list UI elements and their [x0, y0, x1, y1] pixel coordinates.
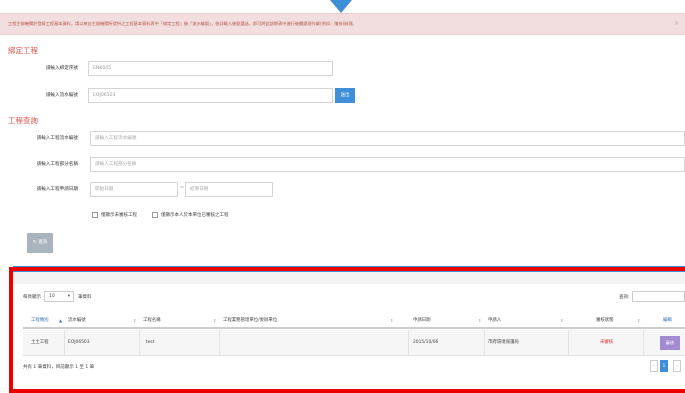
- prev-page-button[interactable]: ‹: [650, 360, 658, 372]
- col-date[interactable]: 申請日期: [413, 312, 431, 329]
- bind-cert-input[interactable]: ENK045: [88, 61, 333, 76]
- cell-serial: EOJ06503: [68, 340, 90, 345]
- caret-down-icon: ▾: [67, 294, 70, 299]
- results-toolbar-strip: [13, 272, 685, 284]
- sort-icon: ⇕: [390, 318, 394, 323]
- bind-serial-label: 請輸入流水編號: [45, 93, 78, 98]
- unreviewed-only-checkbox[interactable]: [92, 212, 98, 218]
- table-info: 共有 1 筆資料，目前顯示 1 至 1 筆: [23, 365, 95, 370]
- sort-icon: ⇕: [637, 318, 641, 323]
- col-name[interactable]: 工程名稱: [143, 312, 161, 329]
- unreviewed-only-label: 僅顯示未審核工程: [101, 213, 137, 218]
- cell-category: 土土工程: [31, 340, 49, 345]
- bind-serial-input[interactable]: EOJ06503: [88, 88, 333, 103]
- cell-applicant: 市府環境保護局: [488, 340, 519, 345]
- end-date-input[interactable]: 結束日期: [185, 182, 273, 197]
- refresh-icon: ↻: [33, 240, 37, 245]
- page-length-suffix: 筆資料: [78, 295, 92, 300]
- instruction-alert: 工程主辦機關於登錄工程基本資料，請以來自主辦機關所提供之工程基本資料表中「綁定工…: [0, 13, 685, 35]
- col-serial[interactable]: 流水編號: [68, 312, 86, 329]
- table-search-input[interactable]: [632, 291, 685, 302]
- col-unit[interactable]: 工程業務管理單位/委辦單位: [223, 312, 277, 329]
- sort-icon: ⇕: [560, 318, 564, 323]
- bind-cert-label: 請輸入綁定序號: [45, 66, 78, 71]
- col-edit: 編輯: [663, 318, 672, 323]
- search-button-label: 查詢: [38, 240, 48, 245]
- query-serial-label: 請輸入工程流水編號: [36, 136, 78, 141]
- page-length-prefix: 每頁顯示: [23, 295, 41, 300]
- col-category[interactable]: 工程類別: [31, 312, 49, 329]
- table-search-label: 查詢:: [619, 295, 630, 300]
- bind-section-title: 綁定工程: [8, 46, 38, 55]
- next-page-button[interactable]: ›: [673, 360, 681, 372]
- col-applicant[interactable]: 申請人: [488, 312, 501, 329]
- page-1-button[interactable]: 1: [660, 360, 668, 372]
- cell-name: test: [146, 340, 155, 345]
- sort-icon: ⇕: [213, 318, 217, 323]
- arrow-down-icon: [330, 0, 352, 13]
- my-reviewed-checkbox[interactable]: [152, 212, 158, 218]
- query-date-label: 請輸入工程申請日期: [36, 187, 78, 192]
- start-date-input[interactable]: 開始日期: [90, 182, 178, 197]
- page-length-select[interactable]: 10 ▾: [44, 291, 74, 302]
- bind-submit-button[interactable]: 送出: [335, 88, 355, 103]
- query-serial-input[interactable]: 請輸入工程流水編號: [90, 131, 685, 146]
- close-icon[interactable]: ×: [674, 20, 679, 28]
- query-section-title: 工程查詢: [8, 116, 38, 125]
- alert-text: 工程主辦機關於登錄工程基本資料，請以來自主辦機關所提供之工程基本資料表中「綁定工…: [8, 21, 357, 26]
- search-button[interactable]: ↻ 查詢: [27, 233, 54, 253]
- my-reviewed-label: 僅顯示本人於本單位已審核之工程: [161, 213, 229, 218]
- review-button[interactable]: 審核: [660, 336, 680, 350]
- col-status[interactable]: 審核狀態: [596, 312, 614, 329]
- sort-asc-icon: ▲: [59, 318, 63, 323]
- query-name-label: 請輸入工程部分名稱: [36, 162, 78, 167]
- date-range-separator: ~: [180, 185, 185, 191]
- query-name-input[interactable]: 請輸入工程部分名稱: [90, 157, 685, 172]
- status-badge: 未審核: [600, 340, 614, 345]
- table-row: 土土工程 EOJ06503 test 2015/10/06 市府環境保護局 未審…: [23, 330, 685, 356]
- cell-date: 2015/10/06: [413, 340, 439, 345]
- sort-icon: ⇕: [133, 318, 137, 323]
- sort-icon: ⇕: [478, 318, 482, 323]
- table-header: 工程類別 ▲ 流水編號 ⇕ 工程名稱 ⇕ 工程業務管理單位/委辦單位 ⇕ 申請日…: [23, 312, 685, 329]
